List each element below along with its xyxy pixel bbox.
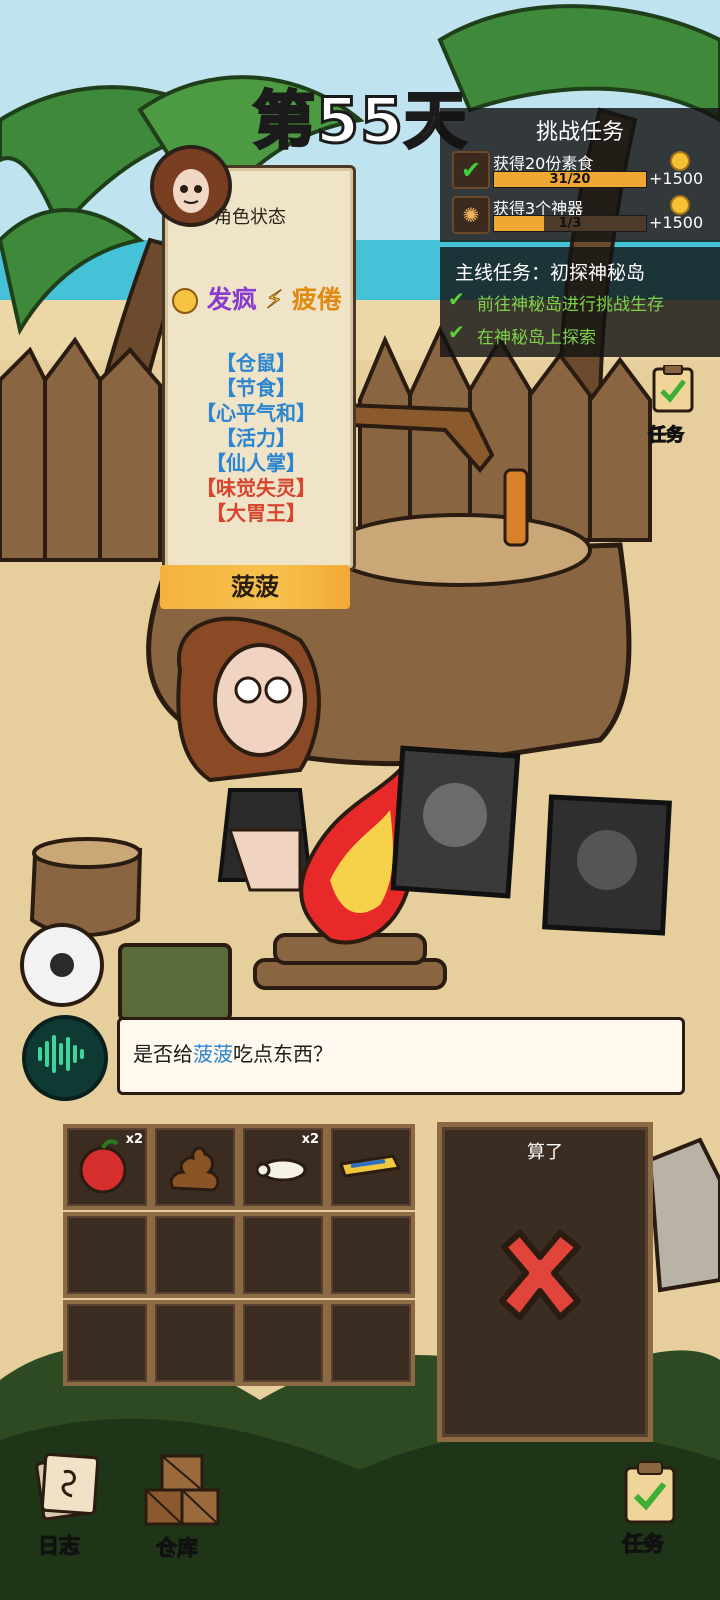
- poop-icon: [169, 1146, 220, 1192]
- inventory-slot[interactable]: [63, 1212, 151, 1298]
- dialog-text: 是否给菠菠吃点东西？: [133, 1038, 333, 1067]
- inventory-slot[interactable]: x2: [239, 1124, 327, 1210]
- mood-row: 发疯 ⚡ 疲倦: [170, 280, 344, 316]
- clipboard-icon: [624, 1461, 676, 1524]
- character-name-banner: 菠菠: [160, 565, 350, 609]
- inventory-slot[interactable]: x2: [63, 1124, 151, 1210]
- clipboard-icon: [652, 365, 694, 413]
- nav-warehouse[interactable]: 仓库: [142, 1452, 222, 1562]
- inventory-slot[interactable]: [327, 1300, 415, 1386]
- sound-wave-icon: [38, 1035, 84, 1073]
- inventory-slot[interactable]: [63, 1300, 151, 1386]
- inventory-slot[interactable]: [239, 1300, 327, 1386]
- item-count: x2: [301, 1132, 319, 1147]
- main-quest-step: 前往神秘岛进行挑战生存: [477, 295, 664, 315]
- task-side-label: 任务: [648, 425, 685, 447]
- check-icon: ✔: [448, 320, 465, 344]
- nav-tasks-label: 任务: [622, 1532, 665, 1557]
- inventory-slot[interactable]: [151, 1124, 239, 1210]
- inventory-slot[interactable]: [327, 1212, 415, 1298]
- main-quest-step: 在神秘岛上探索: [477, 328, 596, 348]
- voice-button[interactable]: [22, 1015, 108, 1101]
- task-progress-bar: 1/3: [493, 215, 647, 232]
- task-side-button[interactable]: 任务: [644, 365, 702, 447]
- task-progress-text: 31/20: [549, 172, 591, 187]
- item-count: x2: [125, 1132, 143, 1147]
- crazy-face-icon: [172, 288, 199, 314]
- inventory-slot[interactable]: [239, 1212, 327, 1298]
- toothpaste-icon: [339, 1154, 402, 1178]
- mood-tired: 疲倦: [291, 285, 342, 314]
- coin-icon: [670, 195, 690, 215]
- inventory-slot[interactable]: [151, 1212, 239, 1298]
- nav-tasks[interactable]: 任务: [612, 1460, 692, 1560]
- task-progress-bar: 31/20: [493, 171, 647, 188]
- crate-icon: [144, 1454, 220, 1526]
- nav-diary-label: 日志: [38, 1534, 81, 1559]
- dialog-character-name: 菠菠: [193, 1042, 233, 1066]
- check-icon: ✔: [452, 151, 490, 189]
- cancel-x-icon[interactable]: [490, 1225, 590, 1325]
- diary-icon: [35, 1453, 100, 1520]
- nav-warehouse-label: 仓库: [156, 1536, 199, 1561]
- trait-big-eater[interactable]: 【大胃王】: [162, 497, 350, 526]
- task-reward: +1500: [649, 169, 704, 188]
- coin-icon: [670, 151, 690, 171]
- task-reward: +1500: [649, 213, 704, 232]
- dialog-prefix: 是否给: [133, 1042, 193, 1066]
- lightning-icon: ⚡: [265, 285, 284, 315]
- skip-label: 算了: [527, 1142, 563, 1163]
- task-progress-text: 1/3: [558, 216, 582, 231]
- inventory-slot[interactable]: [327, 1124, 415, 1210]
- inventory-slot[interactable]: [151, 1300, 239, 1386]
- mood-crazy: 发疯: [206, 285, 257, 314]
- status-title: 角色状态: [214, 207, 286, 228]
- check-icon: ✔: [448, 287, 465, 311]
- artifact-icon: ✺: [452, 196, 490, 234]
- challenge-title: 挑战任务: [535, 120, 624, 145]
- main-quest-title: 主线任务：初探神秘岛: [455, 262, 646, 284]
- dialog-suffix: 吃点东西？: [233, 1042, 333, 1066]
- nav-diary[interactable]: 日志: [28, 1450, 108, 1560]
